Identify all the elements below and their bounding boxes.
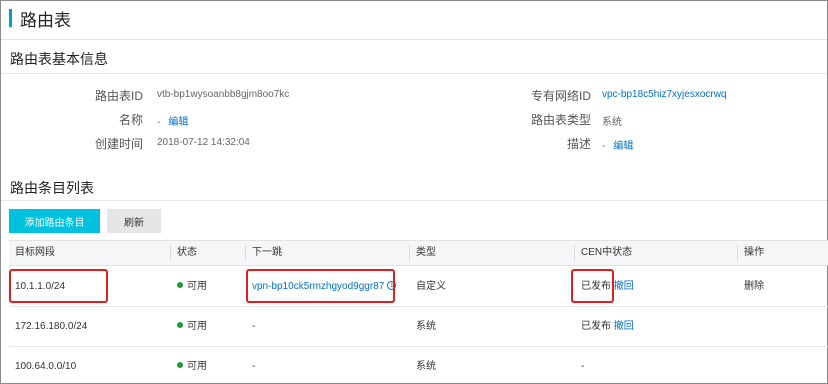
info-icon[interactable]: i (387, 280, 397, 290)
status-text: 可用 (187, 361, 207, 372)
cidr-cell: 100.64.0.0/10 (15, 361, 77, 372)
cidr-cell: 172.16.180.0/24 (15, 321, 88, 332)
cidr-cell: 10.1.1.0/24 (15, 281, 66, 292)
delete-link[interactable]: 删除 (738, 267, 764, 307)
route-table-id-label: 路由表ID (94, 89, 143, 103)
status-text: 可用 (187, 321, 207, 332)
status-text: 可用 (187, 281, 207, 292)
table-row: 172.16.180.0/24 可用 - 系统 已发布 撤回 (9, 307, 828, 347)
table-row: 10.1.1.0/24 可用 vpn-bp10ck5rmzhgyod9ggr87… (9, 267, 828, 307)
column-header-next-hop: 下一跳 (252, 247, 282, 258)
refresh-button[interactable]: 刷新 (107, 209, 161, 233)
next-hop-link[interactable]: vpn-bp10ck5rmzhgyod9ggr87 (252, 281, 384, 292)
next-hop-cell: - (252, 361, 256, 372)
status-cell: 可用 (171, 267, 207, 307)
cen-status-text: 已发布 (581, 321, 611, 332)
name-value-text: - (157, 117, 161, 128)
table-header: 目标网段 状态 下一跳 类型 CEN中状态 操作 (9, 240, 828, 266)
cen-status-cell: - (581, 361, 585, 372)
table-row: 100.64.0.0/10 可用 - 系统 - (9, 347, 828, 384)
divider (1, 39, 827, 40)
column-header-cidr: 目标网段 (15, 247, 55, 258)
type-cell: 系统 (416, 361, 436, 372)
cen-status-cell: 已发布 撤回 (575, 307, 634, 347)
created-time-label: 创建时间 (94, 137, 143, 151)
divider (1, 200, 827, 201)
vpc-id-label: 专有网络ID (530, 89, 591, 103)
basic-info-title: 路由表基本信息 (10, 51, 108, 67)
title-accent-bar (9, 9, 12, 27)
column-header-actions: 操作 (744, 247, 764, 258)
status-dot-icon (177, 282, 183, 289)
status-cell: 可用 (171, 307, 207, 347)
page-title: 路由表 (9, 7, 71, 30)
vpc-id-link[interactable]: vpc-bp18c5hiz7xyjesxocrwq (602, 89, 727, 100)
page-title-text: 路由表 (20, 10, 71, 30)
route-table-type-label: 路由表类型 (530, 113, 591, 127)
add-route-entry-button[interactable]: 添加路由条目 (9, 209, 100, 233)
edit-description-link[interactable]: 编辑 (613, 141, 633, 152)
column-header-cen-status: CEN中状态 (581, 247, 633, 258)
cen-status-cell: 已发布 撤回 (575, 267, 634, 307)
next-hop-cell: - (252, 321, 256, 332)
withdraw-link[interactable]: 撤回 (614, 321, 634, 332)
description-label: 描述 (566, 137, 591, 151)
name-label: 名称 (118, 113, 143, 127)
description-value: - 编辑 (602, 137, 633, 152)
type-cell: 自定义 (416, 281, 446, 292)
column-header-type: 类型 (416, 247, 436, 258)
cen-status-text: 已发布 (581, 281, 611, 292)
route-table-id-value: vtb-bp1wysoanbb8gjm8oo7kc (157, 89, 290, 100)
status-dot-icon (177, 362, 183, 369)
route-table-page: 路由表 路由表基本信息 路由表ID vtb-bp1wysoanbb8gjm8oo… (0, 0, 828, 384)
name-value: - 编辑 (157, 113, 188, 128)
next-hop-cell: vpn-bp10ck5rmzhgyod9ggr87 i (246, 267, 397, 307)
route-entries-title: 路由条目列表 (10, 180, 94, 196)
status-cell: 可用 (171, 347, 207, 384)
description-value-text: - (602, 141, 606, 152)
route-table-type-value: 系统 (602, 117, 622, 128)
divider (1, 73, 827, 74)
created-time-value: 2018-07-12 14:32:04 (157, 137, 250, 148)
column-header-status: 状态 (177, 247, 197, 258)
withdraw-link[interactable]: 撤回 (614, 281, 634, 292)
edit-name-link[interactable]: 编辑 (168, 117, 188, 128)
type-cell: 系统 (416, 321, 436, 332)
status-dot-icon (177, 322, 183, 329)
